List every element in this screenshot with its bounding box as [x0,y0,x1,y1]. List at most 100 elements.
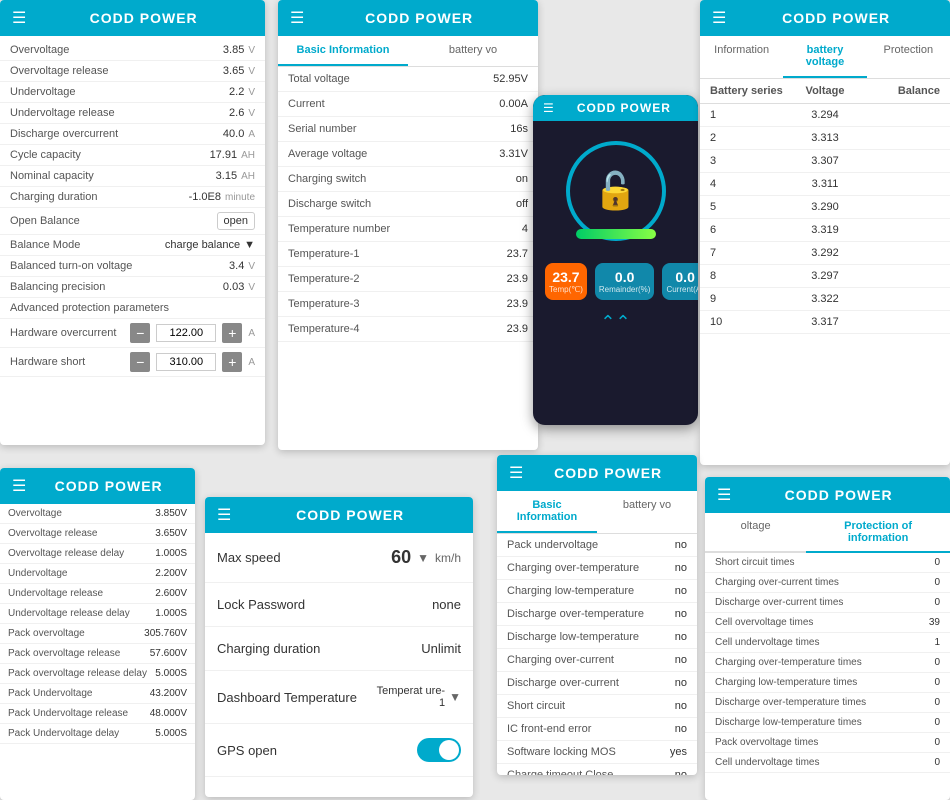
table-row: Current 0.00A [278,92,538,117]
panel5-content: Overvoltage 3.850V Overvoltage release 3… [0,504,195,744]
tab-information[interactable]: Information [700,36,783,78]
hamburger-icon[interactable]: ☰ [717,485,731,505]
p5-ovr-label: Overvoltage release [8,528,155,539]
ov-release-value: 3.65 [223,65,244,77]
total-voltage-value: 52.95V [493,73,528,85]
balancing-precision-label: Balancing precision [10,281,223,293]
balanced-turnon-row: Balanced turn-on voltage 3.4 V [0,256,265,277]
p5-puvr-label: Pack Undervoltage release [8,708,150,719]
table-row: Short circuit times 0 [705,553,950,573]
hamburger-icon[interactable]: ☰ [12,476,26,496]
hamburger-icon[interactable]: ☰ [543,101,554,115]
hw-short-label: Hardware short [10,356,124,368]
panel-vehicle-settings: ☰ CODD POWER Max speed 60 ▼ km/h Lock Pa… [205,497,473,797]
tab-voltage[interactable]: oltage [705,513,806,553]
hw-short-row: Hardware short − 310.00 + A [0,348,265,377]
p5-ovrd-value: 1.000S [155,548,187,559]
hw-short-plus-button[interactable]: + [222,352,242,372]
panel2-header: ☰ CODD POWER [278,0,538,36]
tab-battery-voltage[interactable]: battery vo [597,491,697,533]
panel2-content: Total voltage 52.95V Current 0.00A Seria… [278,67,538,342]
table-row: Serial number 16s [278,117,538,142]
hw-overcurrent-row: Hardware overcurrent − 122.00 + A [0,319,265,348]
balancing-precision-value: 0.03 [223,281,244,293]
hw-short-minus-button[interactable]: − [130,352,150,372]
cycle-cap-label: Cycle capacity [10,149,210,161]
table-row: Pack overvoltage release delay 5.000S [0,664,195,684]
dashboard-temp-row: Dashboard Temperature Temperat ure-1 ▼ [205,671,473,724]
panel2-tabs: Basic Information battery vo [278,36,538,67]
voltage-1: 3.294 [787,109,864,121]
avg-voltage-value: 3.31V [499,148,528,160]
tab-basic-info[interactable]: Basic Information [278,36,408,66]
series-1: 1 [710,109,787,121]
table-row: 4 3.311 [700,173,950,196]
lock-password-value: none [432,597,461,612]
hw-overcurrent-minus-button[interactable]: − [130,323,150,343]
hamburger-icon[interactable]: ☰ [712,8,726,28]
table-row: Temperature-2 23.9 [278,267,538,292]
voltage-5: 3.290 [787,201,864,213]
hamburger-icon[interactable]: ☰ [290,8,304,28]
open-balance-select[interactable]: open [217,212,255,230]
p5-povr-label: Pack overvoltage release [8,648,150,659]
gps-toggle[interactable] [417,738,461,762]
table-row: Temperature number 4 [278,217,538,242]
panel-settings: ☰ CODD POWER Overvoltage 3.85 V Overvolt… [0,0,265,445]
avg-voltage-label: Average voltage [288,148,499,160]
hamburger-icon[interactable]: ☰ [217,505,231,525]
series-10: 10 [710,316,787,328]
remainder-stat-value: 0.0 [599,269,651,285]
chevron-down-icon[interactable]: ▼ [449,690,461,704]
tab-battery-voltage[interactable]: battery voltage [783,36,866,78]
balance-mode-select[interactable]: charge balance ▼ [165,239,255,251]
undervoltage-unit: V [248,87,255,98]
panel4-content: 1 3.294 2 3.313 3 3.307 4 3.311 5 3.290 … [700,104,950,334]
hamburger-icon[interactable]: ☰ [12,8,26,28]
balanced-turnon-value: 3.4 [229,260,244,272]
balanced-turnon-label: Balanced turn-on voltage [10,260,229,272]
table-row: Pack overvoltage 305.760V [0,624,195,644]
hamburger-icon[interactable]: ☰ [509,463,523,483]
table-row: Charging low-temperature times 0 [705,673,950,693]
phone-content: 🔓 23.7 Temp(℃) 0.0 Remainder(%) 0.0 Curr… [533,121,698,345]
voltage-10: 3.317 [787,316,864,328]
tab-battery-voltage[interactable]: battery vo [408,36,538,66]
table-row: Discharge over-current no [497,672,697,695]
lock-password-label: Lock Password [217,597,432,612]
cycle-cap-value: 17.91 [210,149,238,161]
chevron-up-icon[interactable]: ⌃⌃ [600,312,630,333]
panel7-title: CODD POWER [531,465,685,481]
speed-control: 60 ▼ km/h [391,547,461,568]
table-row: Discharge low-temperature no [497,626,697,649]
max-speed-label: Max speed [217,550,391,565]
panel-battery-voltage: ☰ CODD POWER Information battery voltage… [700,0,950,465]
series-3: 3 [710,155,787,167]
current-label: Current [288,98,499,110]
panel2-title: CODD POWER [312,10,526,26]
hw-overcurrent-plus-button[interactable]: + [222,323,242,343]
p5-povrd-value: 5.000S [155,668,187,679]
nominal-cap-unit: AH [241,171,255,182]
chevron-down-icon[interactable]: ▼ [417,551,429,565]
table-row: 9 3.322 [700,288,950,311]
table-row: Discharge switch off [278,192,538,217]
panel5-title: CODD POWER [34,478,183,494]
hw-short-unit: A [248,357,255,368]
table-row: Charging duration -1.0E8 minute [0,187,265,208]
temp2-label: Temperature-2 [288,273,507,285]
tab-protection[interactable]: Protection [867,36,950,78]
voltage-3: 3.307 [787,155,864,167]
discharge-oc-label: Discharge overcurrent [10,128,223,140]
table-row: Pack overvoltage release 57.600V [0,644,195,664]
voltage-4: 3.311 [787,178,864,190]
tab-basic-info[interactable]: Basic Information [497,491,597,533]
panel1-content: Overvoltage 3.85 V Overvoltage release 3… [0,36,265,381]
series-5: 5 [710,201,787,213]
table-row: Charging over-current times 0 [705,573,950,593]
tab-protection-info[interactable]: Protection of information [806,513,950,553]
table-row: 1 3.294 [700,104,950,127]
serial-number-label: Serial number [288,123,510,135]
series-4: 4 [710,178,787,190]
current-stat-box: 0.0 Current(A) [662,263,698,300]
